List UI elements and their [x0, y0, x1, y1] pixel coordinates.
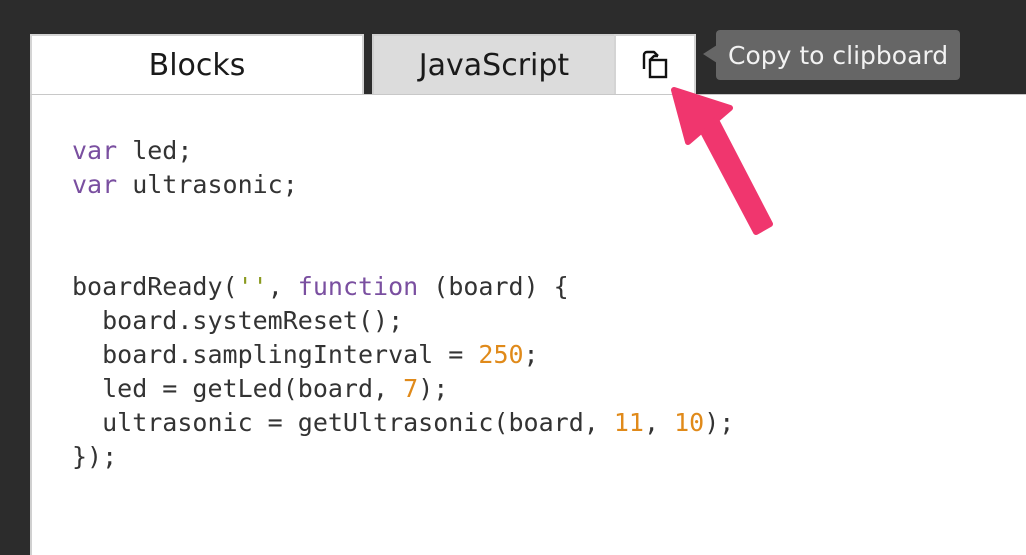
code-line: var ultrasonic;	[72, 168, 734, 202]
copy-tooltip: Copy to clipboard	[716, 30, 961, 80]
code-line: });	[72, 440, 734, 474]
code-line: board.systemReset();	[72, 304, 734, 338]
code-line: board.samplingInterval = 250;	[72, 338, 734, 372]
code-token: ;	[523, 340, 539, 369]
code-token: function	[297, 272, 419, 301]
code-view: var led; var ultrasonic; boardReady('', f…	[72, 134, 734, 474]
tab-blocks[interactable]: Blocks	[30, 34, 364, 94]
code-token: });	[72, 442, 118, 471]
tab-javascript-label: JavaScript	[418, 47, 570, 83]
code-token: );	[418, 374, 449, 403]
code-line: led = getLed(board, 7);	[72, 372, 734, 406]
copy-icon	[642, 50, 668, 79]
code-token: ''	[237, 272, 268, 301]
copy-tooltip-text: Copy to clipboard	[728, 40, 949, 70]
code-token: ,	[643, 408, 675, 437]
code-line: boardReady('', function (board) {	[72, 270, 734, 304]
tab-blocks-label: Blocks	[148, 47, 246, 83]
annotation-arrow-icon	[671, 87, 773, 235]
code-line: ultrasonic = getUltrasonic(board, 11, 10…	[72, 406, 734, 440]
code-token: 10	[674, 408, 705, 437]
code-token: (board) {	[418, 272, 569, 301]
code-token: );	[704, 408, 735, 437]
code-token: 250	[478, 340, 524, 369]
code-token: led;	[117, 136, 193, 165]
code-token: var	[72, 136, 118, 165]
tooltip-pointer	[703, 45, 717, 63]
code-token: ultrasonic = getUltrasonic(board,	[72, 408, 614, 437]
code-token: var	[72, 170, 118, 199]
code-token: ultrasonic;	[117, 170, 298, 199]
tab-javascript[interactable]: JavaScript	[372, 34, 616, 94]
code-token: board.samplingInterval =	[72, 340, 479, 369]
code-token: board.systemReset();	[72, 306, 404, 335]
code-token: 11	[613, 408, 644, 437]
code-token: ,	[267, 272, 298, 301]
code-token: 7	[403, 374, 419, 403]
code-token: led = getLed(board,	[72, 374, 404, 403]
code-line: var led;	[72, 134, 734, 168]
code-token: boardReady(	[72, 272, 238, 301]
